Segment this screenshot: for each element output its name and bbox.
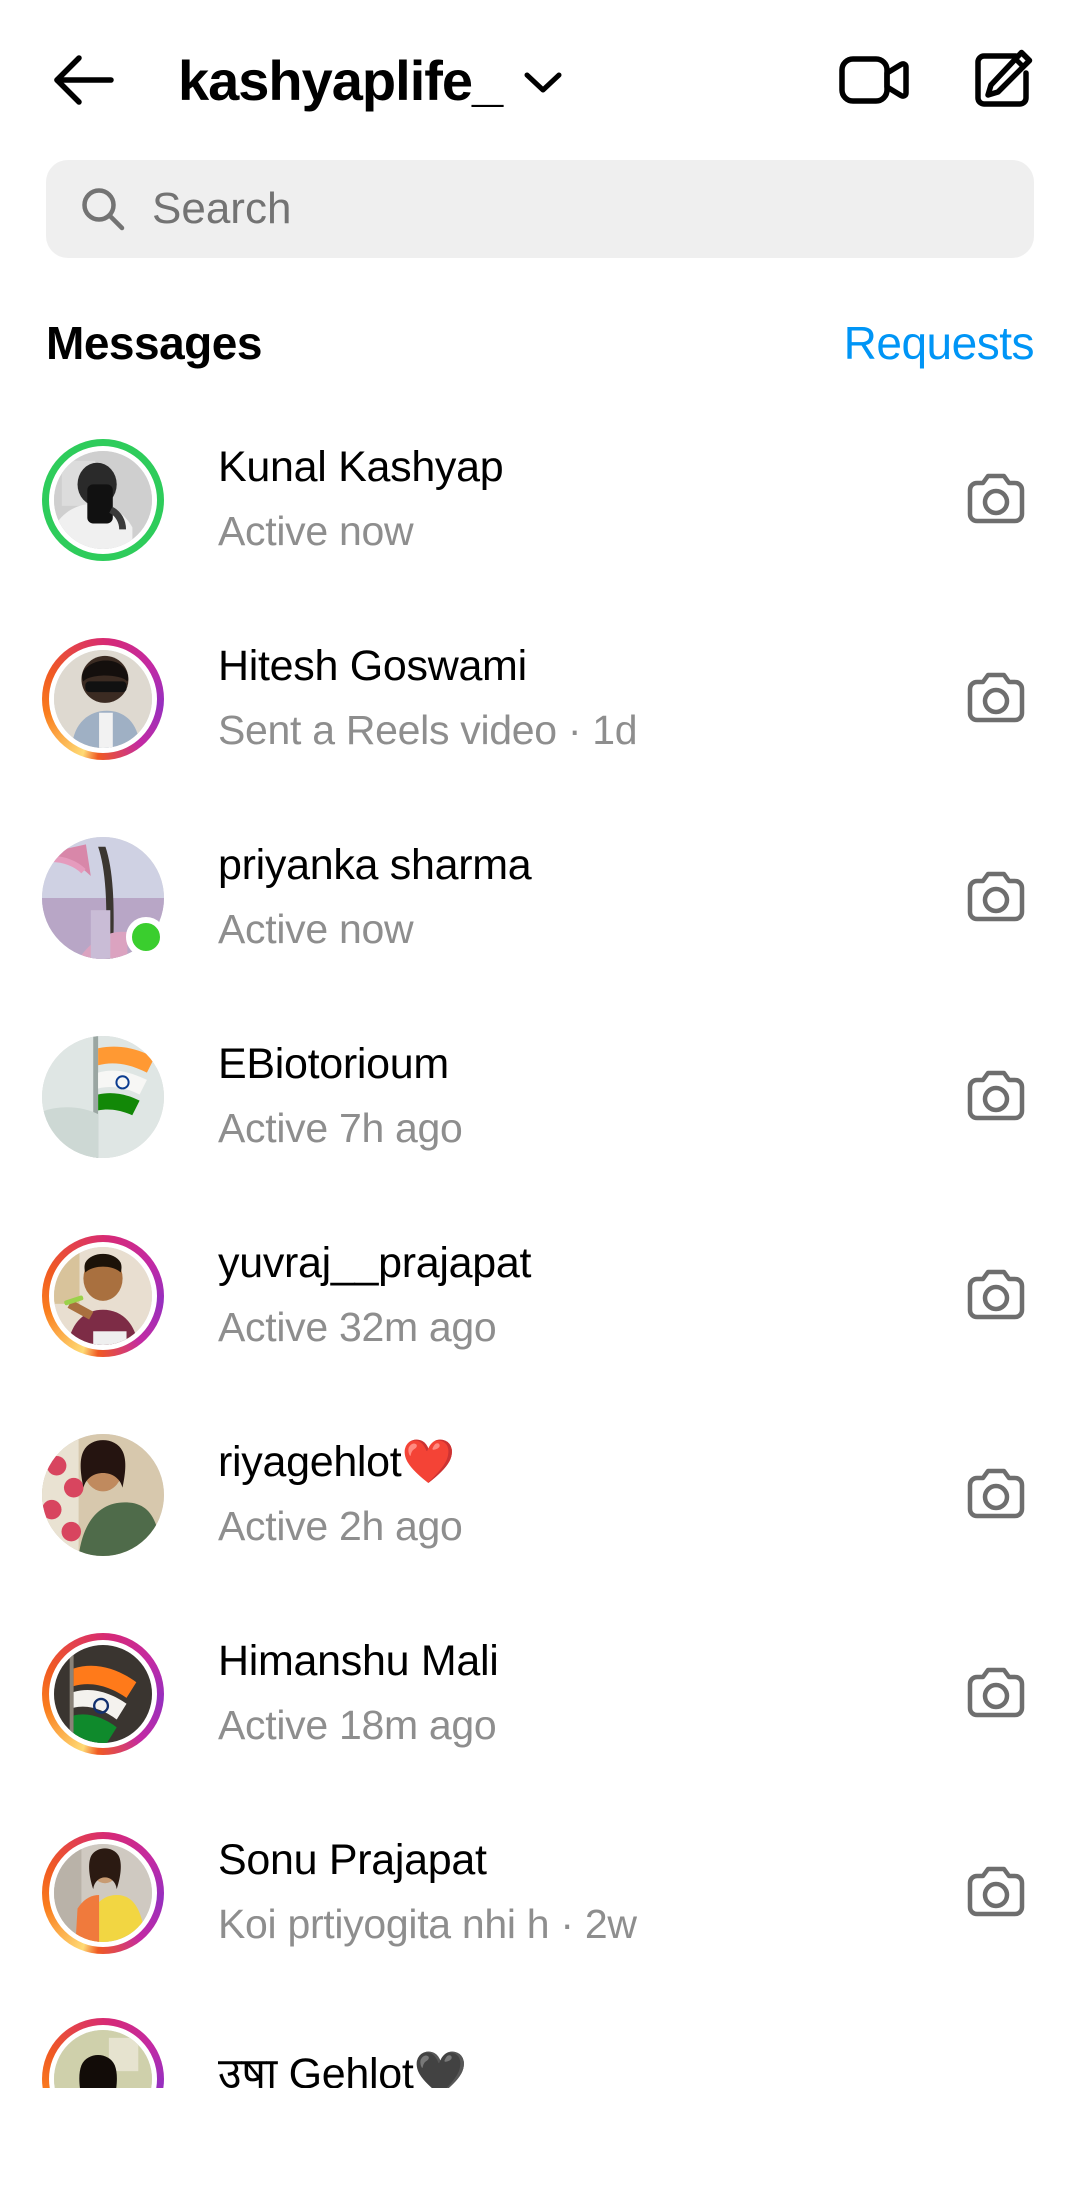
camera-icon — [967, 1866, 1025, 1916]
avatar-image — [42, 1035, 164, 1158]
messages-heading: Messages — [46, 317, 262, 369]
conversation-text: priyanka sharma Active now — [218, 839, 958, 956]
header-actions — [838, 44, 1038, 116]
avatar-image — [42, 1433, 164, 1556]
conversation-text: yuvraj__prajapat Active 32m ago — [218, 1237, 958, 1354]
camera-icon — [967, 473, 1025, 523]
conversation-text: उषा Gehlot🖤 — [218, 2048, 1034, 2088]
camera-icon — [967, 871, 1025, 921]
avatar-image — [49, 445, 157, 554]
conversation-list: Kunal Kashyap Active now Hitesh Goswami … — [0, 400, 1080, 2088]
conversation-name: Himanshu Mali — [218, 1637, 499, 1686]
back-button[interactable] — [40, 37, 126, 123]
avatar[interactable] — [42, 836, 166, 959]
conversation-text: Kunal Kashyap Active now — [218, 441, 958, 558]
send-photo-button[interactable] — [958, 860, 1034, 936]
conversation-text: EBiotorioum Active 7h ago — [218, 1038, 958, 1155]
conversation-text: riyagehlot❤️ Active 2h ago — [218, 1436, 958, 1553]
conversation-row[interactable]: उषा Gehlot🖤 — [0, 1992, 1080, 2088]
avatar[interactable] — [42, 438, 164, 561]
conversation-row[interactable]: Sonu Prajapat Koi prtiyogita nhi h · 2w — [0, 1793, 1080, 1992]
conversation-row[interactable]: Hitesh Goswami Sent a Reels video · 1d — [0, 599, 1080, 798]
compose-pencil-icon — [975, 49, 1033, 107]
conversation-snippet: Koi prtiyogita nhi h · 2w — [218, 1901, 637, 1948]
conversation-snippet: Active 7h ago — [218, 1105, 463, 1152]
conversation-snippet: Active 2h ago — [218, 1503, 463, 1550]
send-photo-button[interactable] — [958, 1855, 1034, 1931]
conversation-name: priyanka sharma — [218, 841, 532, 890]
avatar[interactable] — [42, 1433, 164, 1556]
avatar-image — [49, 644, 157, 753]
send-photo-button[interactable] — [958, 1258, 1034, 1334]
conversation-text: Sonu Prajapat Koi prtiyogita nhi h · 2w — [218, 1834, 958, 1951]
search-input[interactable]: Search — [46, 160, 1034, 258]
camera-icon — [967, 1269, 1025, 1319]
conversation-name: EBiotorioum — [218, 1040, 449, 1089]
conversation-row[interactable]: yuvraj__prajapat Active 32m ago — [0, 1196, 1080, 1395]
avatar-image — [49, 1838, 157, 1947]
conversation-name: Sonu Prajapat — [218, 1836, 487, 1885]
conversation-snippet: Active now — [218, 508, 414, 555]
conversation-snippet: Sent a Reels video · 1d — [218, 707, 638, 754]
video-call-button[interactable] — [838, 44, 910, 116]
avatar[interactable] — [42, 1035, 164, 1158]
online-status-dot — [126, 916, 166, 957]
back-arrow-icon — [54, 55, 114, 105]
conversation-row[interactable]: riyagehlot❤️ Active 2h ago — [0, 1395, 1080, 1594]
page-title: kashyaplife_ — [178, 48, 503, 112]
send-photo-button[interactable] — [958, 1457, 1034, 1533]
camera-icon — [967, 1468, 1025, 1518]
search-icon — [82, 188, 125, 231]
search-placeholder: Search — [152, 184, 292, 233]
chevron-down-icon — [524, 71, 562, 95]
conversation-name: yuvraj__prajapat — [218, 1239, 532, 1288]
inbox-section-header: Messages Requests — [0, 258, 1080, 400]
camera-icon — [967, 1070, 1025, 1120]
search-section: Search — [0, 160, 1080, 258]
camera-icon — [967, 1667, 1025, 1717]
conversation-name: उषा Gehlot🖤 — [218, 2050, 467, 2088]
conversation-row[interactable]: EBiotorioum Active 7h ago — [0, 997, 1080, 1196]
avatar[interactable] — [42, 1831, 164, 1954]
conversation-row[interactable]: priyanka sharma Active now — [0, 798, 1080, 997]
avatar[interactable] — [42, 637, 164, 760]
send-photo-button[interactable] — [958, 1059, 1034, 1135]
conversation-name: Hitesh Goswami — [218, 642, 527, 691]
video-camera-icon — [839, 56, 909, 104]
instagram-direct-inbox-screen: kashyaplife_ Search Messages Requests Ku… — [0, 0, 1080, 2206]
avatar[interactable] — [42, 1234, 164, 1357]
avatar-image — [49, 1639, 157, 1748]
requests-link[interactable]: Requests — [844, 316, 1035, 370]
send-photo-button[interactable] — [958, 1656, 1034, 1732]
conversation-name: riyagehlot❤️ — [218, 1438, 455, 1487]
conversation-row[interactable]: Himanshu Mali Active 18m ago — [0, 1594, 1080, 1793]
conversation-snippet: Active 32m ago — [218, 1304, 497, 1351]
avatar[interactable] — [42, 1632, 164, 1755]
camera-icon — [967, 672, 1025, 722]
account-switcher[interactable]: kashyaplife_ — [178, 48, 838, 113]
conversation-row[interactable]: Kunal Kashyap Active now — [0, 400, 1080, 599]
avatar-image — [49, 1241, 157, 1350]
send-photo-button[interactable] — [958, 462, 1034, 538]
conversation-name: Kunal Kashyap — [218, 443, 504, 492]
conversation-snippet: Active 18m ago — [218, 1702, 497, 1749]
conversation-text: Hitesh Goswami Sent a Reels video · 1d — [218, 640, 958, 757]
send-photo-button[interactable] — [958, 661, 1034, 737]
conversation-snippet: Active now — [218, 906, 414, 953]
conversation-text: Himanshu Mali Active 18m ago — [218, 1635, 958, 1752]
new-message-button[interactable] — [966, 44, 1038, 116]
app-header: kashyaplife_ — [0, 0, 1080, 160]
avatar[interactable] — [42, 2018, 164, 2088]
